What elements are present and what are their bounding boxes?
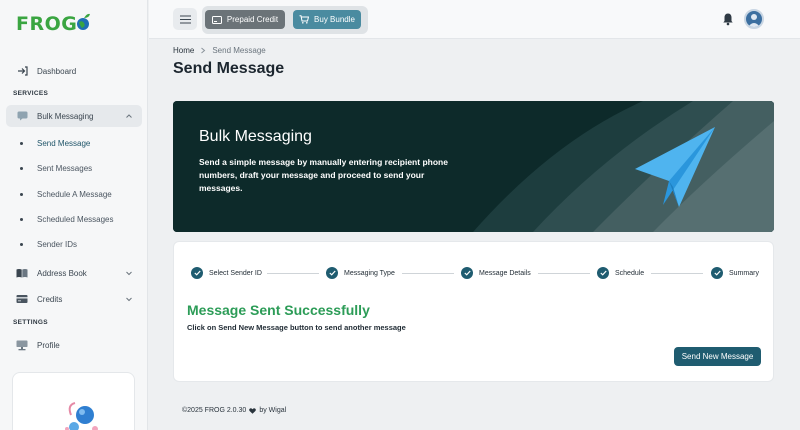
promo-card: [12, 372, 135, 430]
globe-leaf-icon: [77, 13, 91, 30]
sidebar-subitem-label: Schedule A Message: [37, 190, 112, 199]
cart-icon: [299, 15, 310, 24]
step-label: Schedule: [615, 269, 645, 277]
promo-illustration: [65, 402, 98, 430]
sidebar-subitem-send-message[interactable]: Send Message: [20, 139, 90, 148]
breadcrumb-home[interactable]: Home: [173, 46, 194, 55]
step-select-sender-id: Select Sender ID: [191, 267, 262, 279]
bullet-icon: [20, 193, 23, 196]
sidebar-item-label: Dashboard: [37, 66, 77, 76]
wallet-icon: [211, 15, 222, 24]
footer: ©2025 FROG 2.0.30 by Wigal: [182, 407, 286, 414]
bell-icon[interactable]: [722, 12, 734, 26]
sidebar-subitem-label: Send Message: [37, 139, 91, 148]
frog-logo[interactable]: FROG: [16, 10, 91, 38]
sidebar-item-label: Credits: [37, 294, 63, 304]
check-circle-icon: [191, 267, 203, 279]
sidebar-item-label: Bulk Messaging: [37, 111, 94, 121]
prepaid-credit-label: Prepaid Credit: [226, 15, 279, 24]
step-label: Select Sender ID: [209, 269, 262, 277]
hero-title: Bulk Messaging: [199, 128, 312, 145]
sidebar-subitem-sender-ids[interactable]: Sender IDs: [20, 240, 77, 249]
sidebar-item-bulk-messaging[interactable]: Bulk Messaging: [6, 105, 142, 127]
bullet-icon: [20, 218, 23, 221]
sidebar-item-dashboard[interactable]: Dashboard: [6, 60, 142, 82]
sidebar-subitem-scheduled-messages[interactable]: Scheduled Messages: [20, 215, 114, 224]
user-icon: [748, 14, 760, 27]
buy-bundle-label: Buy Bundle: [314, 15, 355, 24]
credit-card-icon: [16, 293, 28, 305]
stepper-card: Select Sender ID Messaging Type Message …: [173, 241, 774, 382]
hero-banner: Bulk Messaging Send a simple message by …: [173, 101, 774, 232]
sidebar-item-address-book[interactable]: Address Book: [6, 262, 142, 284]
profile-icon: [16, 339, 28, 351]
footer-by[interactable]: by Wigal: [259, 407, 286, 414]
section-label-services: SERVICES: [13, 90, 49, 97]
sidebar: FROG Dashboard SERVICES Bulk Messaging S…: [0, 0, 148, 430]
sidebar-item-profile[interactable]: Profile: [6, 334, 142, 356]
breadcrumb: Home Send Message: [173, 46, 266, 55]
sidebar-item-credits[interactable]: Credits: [6, 288, 142, 310]
step-summary: Summary: [711, 267, 759, 279]
top-bar: Prepaid Credit Buy Bundle: [149, 0, 800, 39]
book-icon: [16, 267, 28, 279]
chevron-up-icon: [126, 114, 132, 118]
bullet-icon: [20, 243, 23, 246]
step-connector: [651, 273, 703, 274]
heart-icon: [249, 407, 257, 414]
step-connector: [267, 273, 319, 274]
sidebar-subitem-sent-messages[interactable]: Sent Messages: [20, 164, 92, 173]
check-circle-icon: [711, 267, 723, 279]
step-label: Messaging Type: [344, 269, 395, 277]
bullet-icon: [20, 167, 23, 170]
footer-copyright: ©2025 FROG 2.0.30: [182, 407, 247, 414]
step-schedule: Schedule: [597, 267, 644, 279]
chevron-right-icon: [201, 47, 206, 54]
step-message-details: Message Details: [461, 267, 531, 279]
menu-toggle-button[interactable]: [173, 8, 197, 30]
prepaid-credit-button[interactable]: Prepaid Credit: [205, 10, 285, 29]
section-label-settings: SETTINGS: [13, 319, 48, 326]
success-subtitle: Click on Send New Message button to send…: [187, 323, 406, 332]
bullet-icon: [20, 142, 23, 145]
sidebar-subitem-label: Sender IDs: [37, 240, 78, 249]
chevron-down-icon: [126, 297, 132, 302]
check-circle-icon: [326, 267, 338, 279]
step-messaging-type: Messaging Type: [326, 267, 395, 279]
sidebar-subitem-label: Scheduled Messages: [37, 215, 114, 224]
step-label: Message Details: [479, 269, 531, 277]
user-avatar[interactable]: [744, 9, 764, 29]
step-connector: [538, 273, 590, 274]
send-new-message-button[interactable]: Send New Message: [674, 347, 761, 366]
page-title: Send Message: [173, 60, 285, 77]
hamburger-icon: [179, 14, 191, 24]
logo-text: FROG: [16, 13, 78, 35]
hero-description: Send a simple message by manually enteri…: [199, 157, 448, 193]
buy-bundle-button[interactable]: Buy Bundle: [293, 10, 361, 29]
message-icon: [16, 110, 28, 122]
success-title: Message Sent Successfully: [187, 302, 370, 318]
sidebar-subitem-label: Sent Messages: [37, 164, 93, 173]
step-connector: [402, 273, 454, 274]
check-circle-icon: [461, 267, 473, 279]
check-circle-icon: [597, 267, 609, 279]
sidebar-item-label: Profile: [37, 340, 60, 350]
sidebar-subitem-schedule-a-message[interactable]: Schedule A Message: [20, 190, 112, 199]
chevron-down-icon: [126, 271, 132, 276]
sign-in-icon: [16, 65, 28, 77]
breadcrumb-current: Send Message: [212, 46, 266, 55]
sidebar-item-label: Address Book: [37, 268, 87, 278]
paper-plane-icon: [635, 127, 715, 207]
step-label: Summary: [729, 269, 759, 277]
